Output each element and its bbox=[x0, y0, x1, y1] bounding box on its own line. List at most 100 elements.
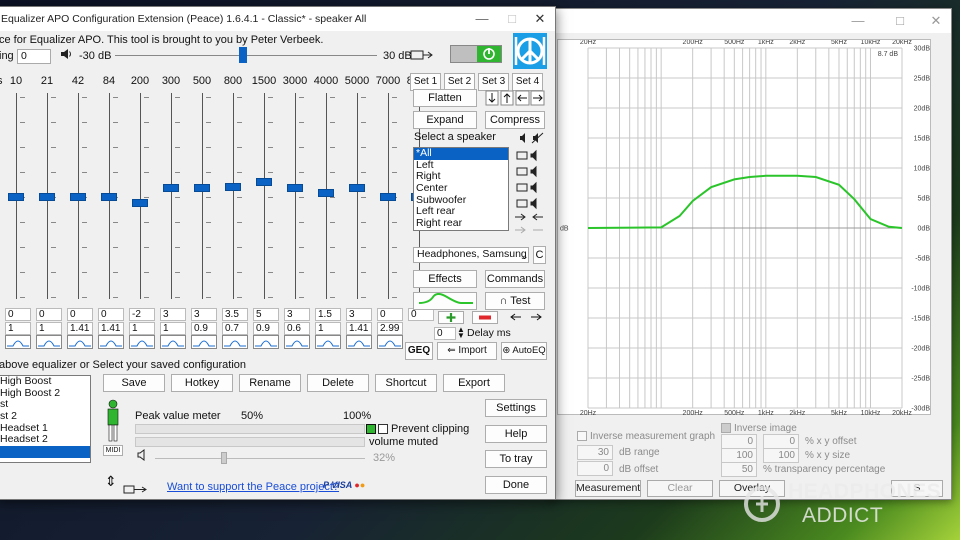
prevent-clipping-checkbox[interactable] bbox=[378, 424, 388, 434]
band-slider-track[interactable] bbox=[140, 93, 141, 299]
band-frequency-label[interactable]: 300 bbox=[158, 75, 184, 87]
band-gain-input[interactable]: 0 bbox=[67, 308, 93, 321]
support-link[interactable]: Want to support the Peace project? bbox=[167, 481, 339, 493]
band-frequency-label[interactable]: 4000 bbox=[313, 75, 339, 87]
power-toggle[interactable] bbox=[450, 45, 502, 63]
band-slider-thumb[interactable] bbox=[70, 193, 86, 201]
band-frequency-label[interactable]: 10 bbox=[3, 75, 29, 87]
band-slider-thumb[interactable] bbox=[318, 188, 334, 197]
db-range-input[interactable]: 30 bbox=[577, 445, 613, 460]
band-gain-input[interactable]: 5 bbox=[253, 308, 279, 321]
speaker-list[interactable]: *All Left Right Center Subwoofer Left rear Rig… bbox=[413, 147, 509, 231]
band-frequency-label[interactable]: 5000 bbox=[344, 75, 370, 87]
import-button[interactable]: ⇐ Import bbox=[437, 342, 497, 360]
flatten-button[interactable]: Flatten bbox=[413, 89, 477, 107]
band-slider-thumb[interactable] bbox=[349, 184, 365, 192]
band-gain-input[interactable]: 0 bbox=[98, 308, 124, 321]
band-frequency-label[interactable]: 800 bbox=[220, 75, 246, 87]
band-q-input[interactable]: 1 bbox=[36, 322, 62, 335]
band-slider-thumb[interactable] bbox=[8, 193, 24, 201]
band-q-input[interactable]: 0.9 bbox=[253, 322, 279, 335]
band-q-input[interactable]: 0.7 bbox=[222, 322, 248, 335]
band-gain-input[interactable]: 3.5 bbox=[222, 308, 248, 321]
clear-button[interactable]: Clear bbox=[647, 480, 713, 497]
band-filter-type-button[interactable] bbox=[377, 335, 403, 349]
minimize-button[interactable]: — bbox=[843, 11, 873, 31]
set-3-button[interactable]: Set 3 bbox=[478, 73, 509, 91]
y-offset-input[interactable]: 0 bbox=[763, 434, 799, 449]
speaker-volume-icon[interactable] bbox=[59, 47, 73, 61]
curve-button[interactable] bbox=[413, 292, 477, 310]
inverse-measurement-checkbox[interactable] bbox=[577, 431, 587, 442]
save-button[interactable]: Save bbox=[103, 374, 165, 392]
settings-button[interactable]: Settings bbox=[485, 399, 547, 417]
chevron-down-icon[interactable]: ⌄ bbox=[521, 251, 529, 262]
connector-small-icon[interactable] bbox=[123, 484, 151, 496]
inverse-measurement-option[interactable]: Inverse measurement graph bbox=[577, 431, 715, 442]
config-list-item[interactable] bbox=[0, 446, 90, 458]
x-size-input[interactable]: 100 bbox=[721, 448, 757, 463]
band-filter-type-button[interactable] bbox=[315, 335, 341, 349]
band-slider-thumb[interactable] bbox=[163, 184, 179, 192]
band-slider-track[interactable] bbox=[357, 93, 358, 299]
band-slider-thumb[interactable] bbox=[101, 193, 117, 201]
db-offset-input[interactable]: 0 bbox=[577, 461, 613, 476]
rename-button[interactable]: Rename bbox=[239, 374, 301, 392]
band-frequency-label[interactable]: 84 bbox=[96, 75, 122, 87]
band-frequency-label[interactable]: 200 bbox=[127, 75, 153, 87]
close-button[interactable]: ✕ bbox=[525, 9, 555, 29]
effects-button[interactable]: Effects bbox=[413, 270, 477, 288]
volume-speaker-icon[interactable] bbox=[137, 449, 147, 461]
band-slider-thumb[interactable] bbox=[132, 199, 148, 207]
up-down-arrow-icon[interactable]: ⇕ bbox=[105, 473, 117, 490]
band-filter-type-button[interactable] bbox=[129, 335, 155, 349]
measurement-button[interactable]: Measurement bbox=[575, 480, 641, 497]
band-q-input[interactable]: 0.6 bbox=[284, 322, 310, 335]
done-button[interactable]: Done bbox=[485, 476, 547, 494]
band-filter-type-button[interactable] bbox=[222, 335, 248, 349]
band-filter-type-button[interactable] bbox=[5, 335, 31, 349]
band-filter-type-button[interactable] bbox=[36, 335, 62, 349]
band-gain-input[interactable]: 3 bbox=[160, 308, 186, 321]
band-q-input[interactable]: 1.41 bbox=[346, 322, 372, 335]
band-q-input[interactable]: 1 bbox=[129, 322, 155, 335]
band-frequency-label[interactable]: 1500 bbox=[251, 75, 277, 87]
help-button[interactable]: Help bbox=[485, 425, 547, 443]
delay-input[interactable]: 0 bbox=[434, 327, 456, 340]
delete-button[interactable]: Delete bbox=[307, 374, 369, 392]
set-4-button[interactable]: Set 4 bbox=[512, 73, 543, 91]
to-tray-button[interactable]: To tray bbox=[485, 450, 547, 468]
band-q-input[interactable]: 1.41 bbox=[98, 322, 124, 335]
speaker-mute-icons[interactable] bbox=[519, 131, 545, 145]
band-q-input[interactable]: 1.41 bbox=[67, 322, 93, 335]
device-c-button[interactable]: C bbox=[533, 246, 546, 264]
band-filter-type-button[interactable] bbox=[98, 335, 124, 349]
config-list-item[interactable]: st 2 bbox=[0, 410, 90, 423]
band-slider-track[interactable] bbox=[202, 93, 203, 299]
connector-icon[interactable] bbox=[410, 48, 434, 62]
preamp-input[interactable]: 0 bbox=[17, 49, 51, 64]
band-q-input[interactable]: 0.9 bbox=[191, 322, 217, 335]
band-frequency-label[interactable]: 42 bbox=[65, 75, 91, 87]
band-q-input[interactable]: 2.99 bbox=[377, 322, 403, 335]
band-filter-type-button[interactable] bbox=[346, 335, 372, 349]
band-frequency-label[interactable]: 21 bbox=[34, 75, 60, 87]
band-q-input[interactable]: 1 bbox=[5, 322, 31, 335]
inverse-image-checkbox[interactable] bbox=[721, 423, 731, 434]
band-gain-input[interactable]: 1.5 bbox=[315, 308, 341, 321]
band-filter-type-button[interactable] bbox=[253, 335, 279, 349]
compress-button[interactable]: Compress bbox=[485, 111, 545, 129]
volume-slider-thumb[interactable] bbox=[221, 452, 227, 464]
inverse-image-option[interactable]: Inverse image bbox=[721, 423, 797, 434]
band-filter-type-button[interactable] bbox=[191, 335, 217, 349]
y-size-input[interactable]: 100 bbox=[763, 448, 799, 463]
expand-button[interactable]: Expand bbox=[413, 111, 477, 129]
band-slider-thumb[interactable] bbox=[287, 184, 303, 192]
band-frequency-label[interactable]: 7000 bbox=[375, 75, 401, 87]
band-slider-thumb[interactable] bbox=[194, 184, 210, 192]
band-filter-type-button[interactable] bbox=[160, 335, 186, 349]
band-gain-input[interactable]: 0 bbox=[36, 308, 62, 321]
band-gain-input[interactable]: 0 bbox=[377, 308, 403, 321]
band-slider-track[interactable] bbox=[295, 93, 296, 299]
autoeq-button[interactable]: ⊛ AutoEQ bbox=[501, 342, 547, 360]
